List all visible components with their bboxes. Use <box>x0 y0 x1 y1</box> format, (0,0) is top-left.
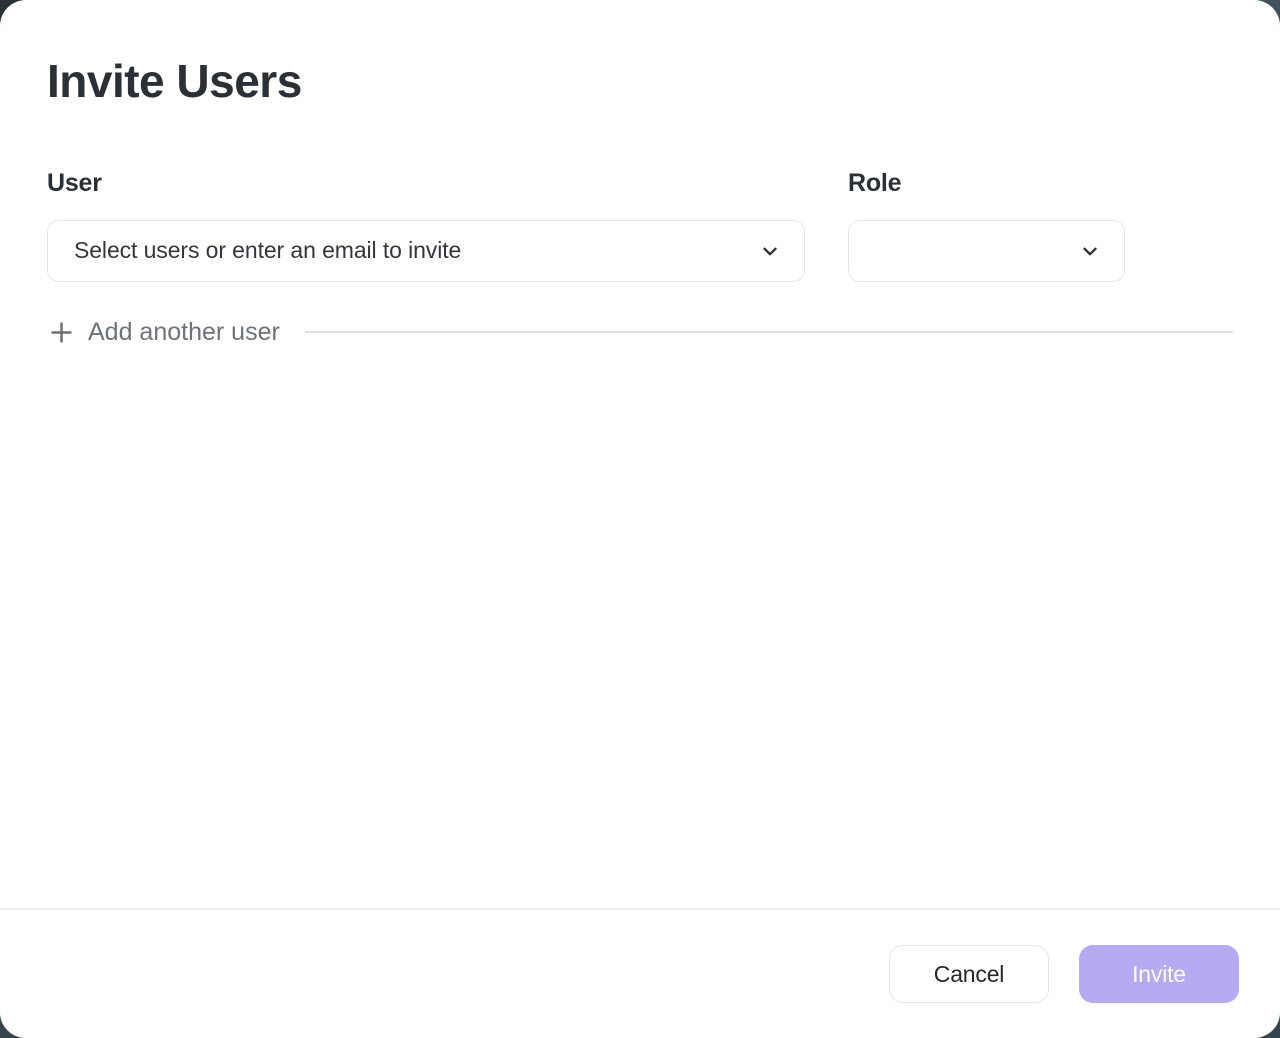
role-select[interactable] <box>848 220 1125 282</box>
add-another-user-label: Add another user <box>88 318 280 347</box>
add-another-user-button[interactable]: Add another user <box>47 318 280 347</box>
add-user-divider <box>305 331 1233 333</box>
user-select[interactable]: Select users or enter an email to invite <box>47 220 805 282</box>
chevron-down-icon <box>758 239 782 263</box>
cancel-button[interactable]: Cancel <box>889 945 1049 1003</box>
backdrop: Invite Users User Select users or enter … <box>0 0 1280 1038</box>
user-select-placeholder: Select users or enter an email to invite <box>74 237 461 264</box>
plus-icon <box>47 318 75 346</box>
role-field: Role <box>848 169 1125 282</box>
user-role-row: User Select users or enter an email to i… <box>47 169 1233 282</box>
invite-button[interactable]: Invite <box>1079 945 1239 1003</box>
role-field-label: Role <box>848 169 1125 198</box>
add-user-row: Add another user <box>47 318 1233 347</box>
modal-body: Invite Users User Select users or enter … <box>0 0 1280 908</box>
modal-footer: Cancel Invite <box>0 908 1280 1038</box>
user-field: User Select users or enter an email to i… <box>47 169 805 282</box>
user-field-label: User <box>47 169 805 198</box>
chevron-down-icon <box>1078 239 1102 263</box>
modal-title: Invite Users <box>47 56 1233 107</box>
invite-users-modal: Invite Users User Select users or enter … <box>0 0 1280 1038</box>
